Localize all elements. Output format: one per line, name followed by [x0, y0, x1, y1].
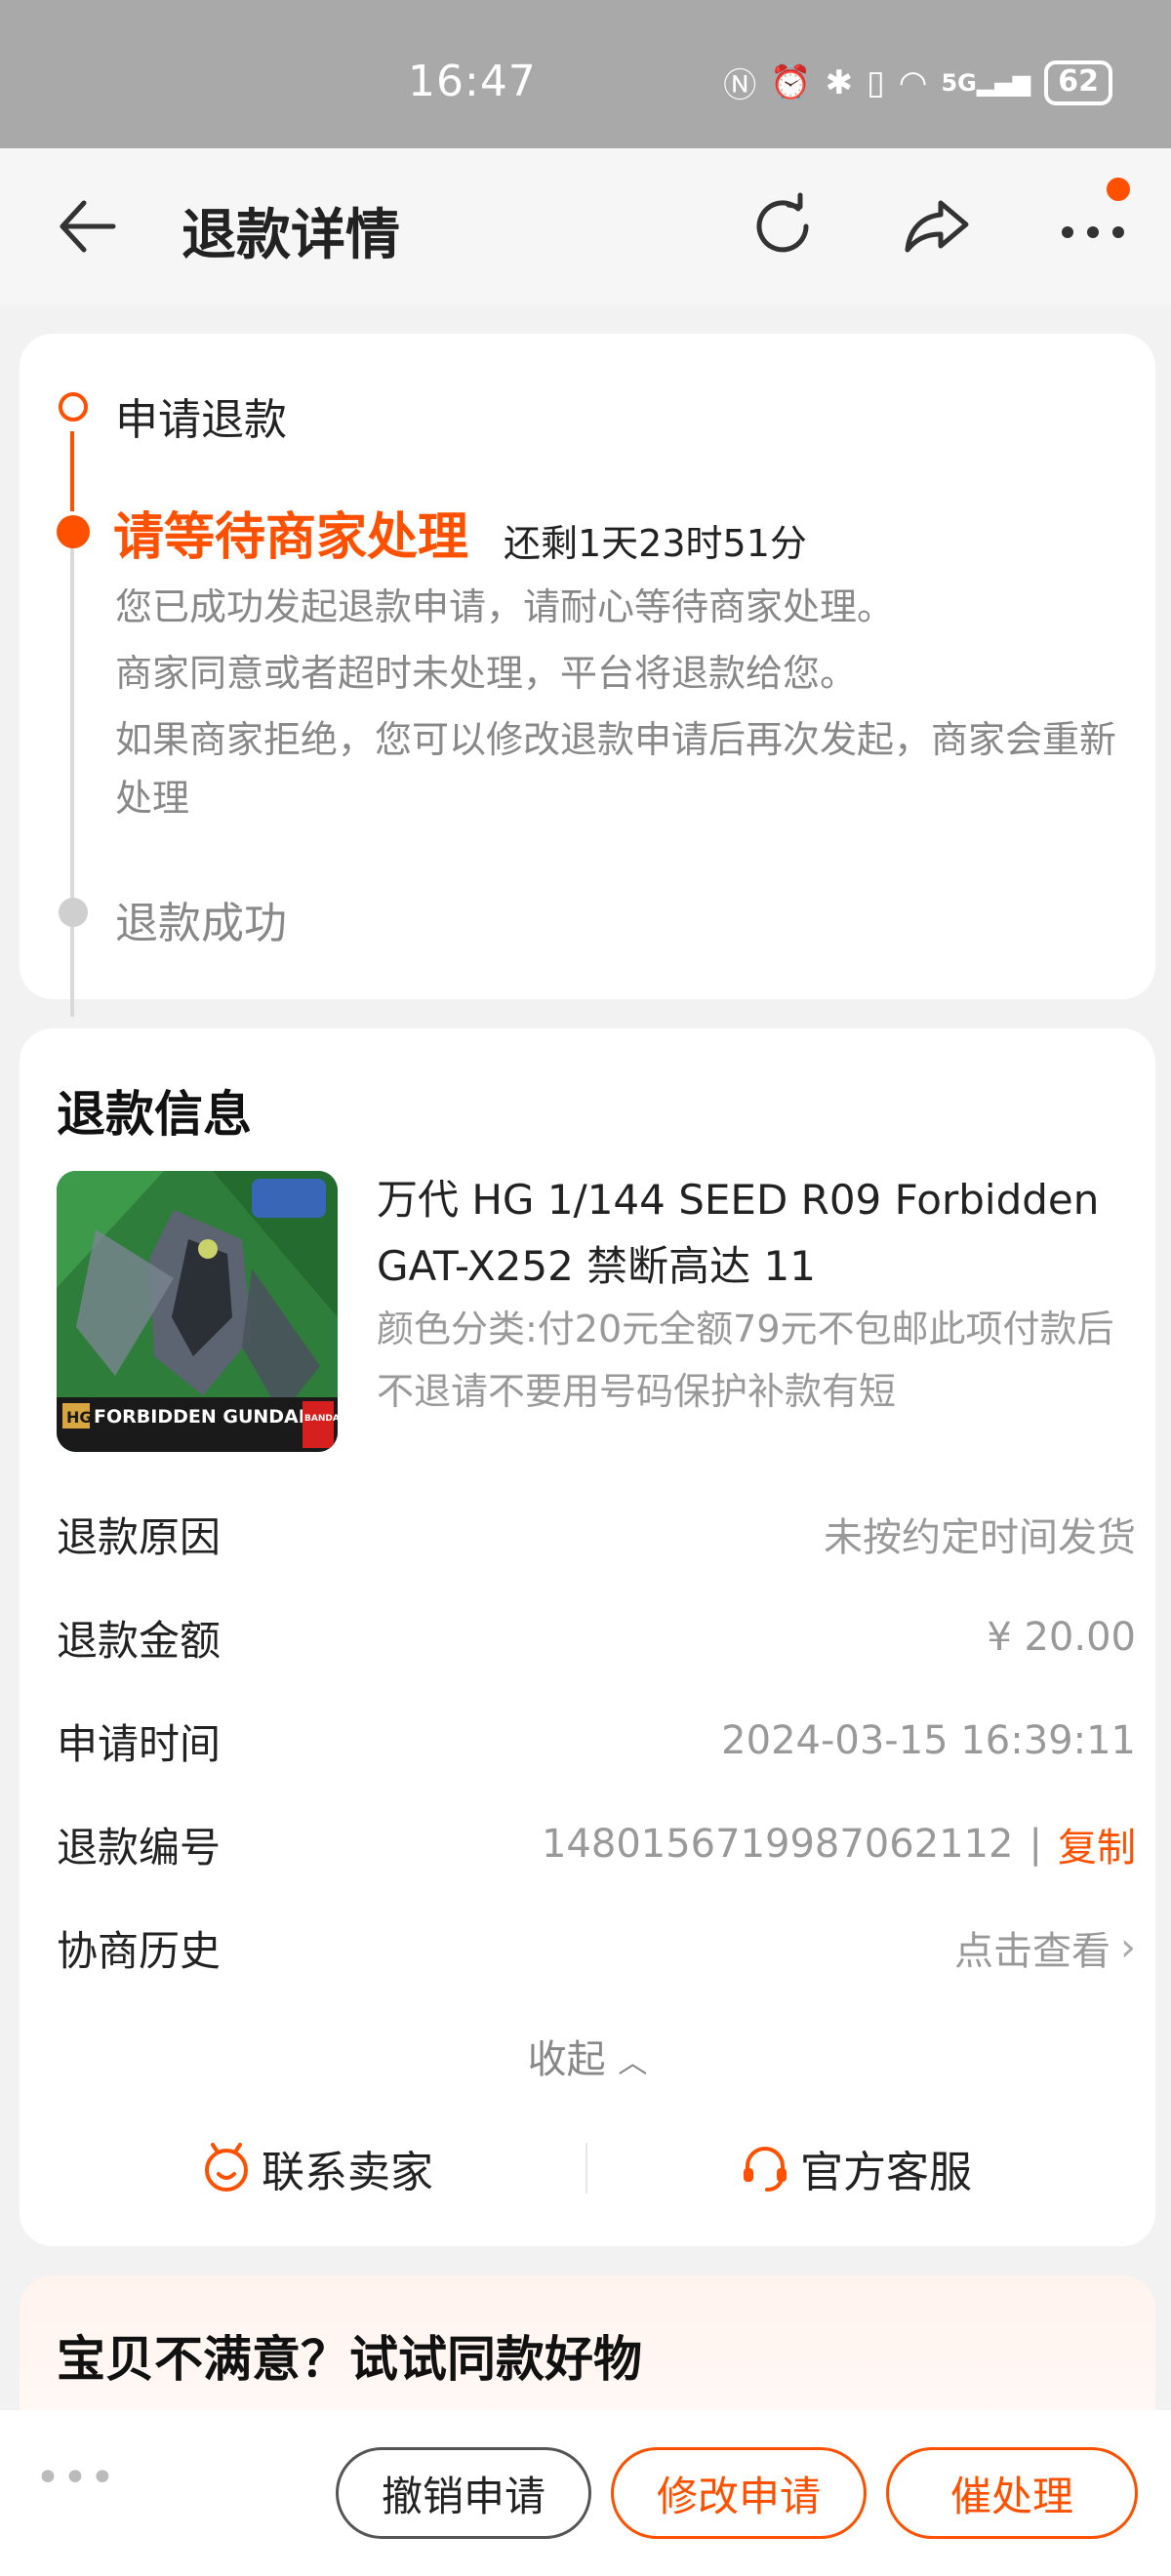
box-title-text: FORBIDDEN GUNDAM — [94, 1406, 317, 1428]
signal-5g-icon: 5G▂▄▆ — [941, 68, 1031, 97]
progress-desc: 您已成功发起退款申请，请耐心等待商家处理。 — [115, 585, 895, 628]
row-value: 1480156719987062112 | 复制 — [542, 1816, 1136, 1872]
wifi-icon: ◠ — [898, 62, 928, 102]
status-time: 16:47 — [408, 57, 537, 106]
collapse-label: 收起 — [527, 2037, 606, 2082]
official-service-button[interactable]: 官方客服 — [738, 2129, 972, 2207]
bottom-action-bar: ••• 撤销申请 修改申请 催处理 — [0, 2410, 1171, 2576]
progress-line-pending — [70, 539, 74, 1017]
product-image[interactable]: HG FORBIDDEN GUNDAM BANDAI — [57, 1171, 338, 1452]
row-label: 退款金额 — [57, 1616, 222, 1665]
nfc-icon: Ⓝ — [723, 66, 757, 105]
contact-seller-button[interactable]: 联系卖家 — [199, 2129, 433, 2207]
network-label: 5G — [941, 68, 977, 97]
chevron-right-icon: › — [1120, 1925, 1136, 1970]
modify-application-button[interactable]: 修改申请 — [611, 2447, 867, 2539]
official-service-label: 官方客服 — [800, 2148, 972, 2197]
contact-seller-label: 联系卖家 — [262, 2148, 433, 2197]
share-icon — [905, 200, 969, 253]
refund-progress-card: 申请退款 请等待商家处理 还剩1天23时51分 您已成功发起退款申请，请耐心等待… — [20, 334, 1155, 1017]
step-success: 退款成功 — [115, 899, 287, 948]
refund-number-row: 退款编号 1480156719987062112 | 复制 — [57, 1805, 1136, 1883]
row-value: ¥ 20.00 — [987, 1615, 1136, 1660]
contact-row: 联系卖家 官方客服 — [20, 2129, 1155, 2207]
step-waiting: 请等待商家处理 — [113, 508, 469, 567]
page-title: 退款详情 — [182, 204, 400, 267]
step-apply: 申请退款 — [115, 395, 287, 445]
back-button[interactable] — [55, 195, 123, 258]
divider: | — [1029, 1822, 1042, 1867]
progress-desc: 如果商家拒绝，您可以修改退款申请后再次发起，商家会重新处理 — [115, 718, 1117, 820]
view-link[interactable]: 点击查看 — [954, 1919, 1110, 1976]
cancel-application-button[interactable]: 撤销申请 — [336, 2447, 591, 2539]
box-brand-text: BANDAI — [304, 1414, 338, 1424]
refund-info-card: 退款信息 HG FORBIDDEN GUNDAM BANDAI 万代 HG 1/… — [20, 1028, 1155, 2246]
refresh-icon — [756, 192, 809, 253]
progress-line-done — [70, 431, 74, 511]
row-label: 协商历史 — [57, 1926, 222, 1975]
copy-button[interactable]: 复制 — [1058, 1816, 1136, 1872]
recommend-title: 宝贝不满意？试试同款好物 — [57, 2331, 642, 2388]
refund-number: 1480156719987062112 — [541, 1822, 1014, 1867]
vibrate-icon: ▯ — [867, 62, 885, 102]
seller-chat-icon — [205, 2143, 248, 2192]
share-button[interactable] — [898, 187, 976, 265]
progress-desc: 商家同意或者超时未处理，平台将退款给您。 — [115, 652, 858, 695]
step-dot-current — [57, 515, 90, 548]
section-title: 退款信息 — [57, 1086, 252, 1143]
refund-amount-row: 退款金额 ¥ 20.00 — [57, 1598, 1136, 1676]
row-value: 点击查看 › — [954, 1919, 1136, 1976]
row-value: 2024-03-15 16:39:11 — [721, 1718, 1136, 1763]
page-header: 退款详情 — [0, 148, 1171, 304]
chevron-up-icon: ︿ — [618, 2046, 648, 2080]
row-label: 申请时间 — [57, 1719, 222, 1768]
bluetooth-icon: ✱ — [825, 62, 854, 102]
battery-icon: 62 — [1044, 60, 1112, 105]
collapse-button[interactable]: 收起 ︿ — [20, 2028, 1155, 2084]
urge-processing-button[interactable]: 催处理 — [886, 2447, 1138, 2539]
product-sku: 颜色分类:付20元全额79元不包邮此项付款后不退请不要用号码保护补款有短 — [377, 1308, 1114, 1413]
remaining-time: 还剩1天23时51分 — [504, 522, 807, 565]
box-badge-text: HG — [66, 1408, 93, 1427]
status-bar: 16:47 Ⓝ ⏰ ✱ ▯ ◠ 5G▂▄▆ 62 — [0, 0, 1171, 148]
more-actions-button[interactable]: ••• — [35, 2453, 117, 2503]
row-label: 退款原因 — [57, 1512, 222, 1561]
row-label: 退款编号 — [57, 1823, 222, 1872]
product-box-art: HG FORBIDDEN GUNDAM BANDAI — [57, 1171, 338, 1452]
notification-dot — [1107, 178, 1130, 201]
row-value: 未按约定时间发货 — [824, 1515, 1136, 1560]
refund-reason-row: 退款原因 未按约定时间发货 — [57, 1495, 1136, 1573]
back-arrow-icon — [60, 200, 116, 253]
step-dot-pending — [59, 898, 88, 927]
refresh-button[interactable] — [744, 187, 822, 265]
negotiation-history-row[interactable]: 协商历史 点击查看 › — [57, 1909, 1136, 1987]
product-title[interactable]: 万代 HG 1/144 SEED R09 Forbidden GAT-X252 … — [377, 1167, 1118, 1300]
step-dot-done — [59, 392, 88, 422]
alarm-icon: ⏰ — [770, 62, 812, 102]
headset-icon — [744, 2147, 787, 2192]
divider — [586, 2143, 587, 2194]
status-icons: Ⓝ ⏰ ✱ ▯ ◠ 5G▂▄▆ 62 — [723, 59, 1112, 106]
apply-time-row: 申请时间 2024-03-15 16:39:11 — [57, 1702, 1136, 1780]
